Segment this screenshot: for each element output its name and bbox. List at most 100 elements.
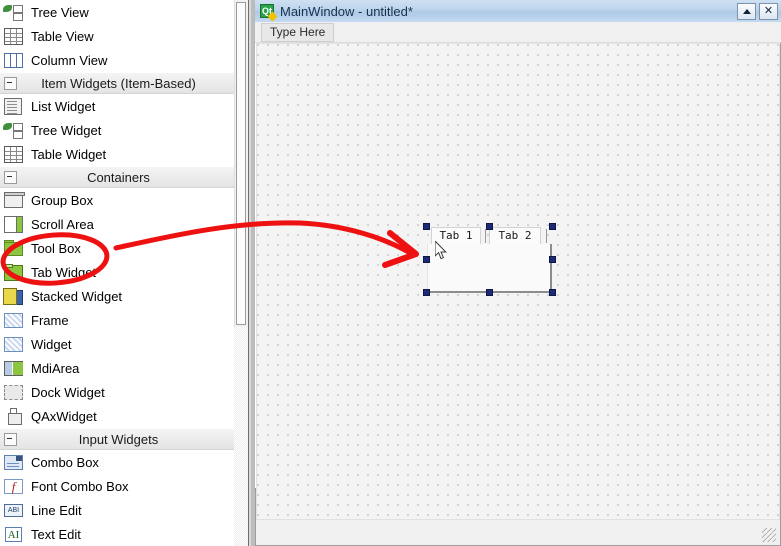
widget-box-item-line-edit[interactable]: ABI Line Edit: [0, 498, 234, 522]
close-button[interactable]: ✕: [759, 2, 778, 20]
tab-widget[interactable]: Tab 1 Tab 2: [423, 223, 556, 296]
widget-box-item-label: Frame: [31, 312, 69, 328]
resize-handle-top-right[interactable]: [549, 223, 556, 230]
list-widget-icon: [3, 97, 25, 116]
main-window-titlebar[interactable]: Qt MainWindow - untitled* ✕: [255, 0, 781, 23]
resize-handle-middle-left[interactable]: [423, 256, 430, 263]
widget-box-item-column-view[interactable]: Column View: [0, 48, 234, 72]
restore-button[interactable]: [737, 2, 756, 20]
widget-box-item-tree-view[interactable]: Tree View: [0, 0, 234, 24]
combo-box-icon: [3, 453, 25, 472]
tab-widget-icon: [3, 263, 25, 282]
collapse-icon[interactable]: [4, 76, 17, 90]
widget-box-item-label: Group Box: [31, 192, 94, 208]
mouse-cursor-icon: [435, 241, 447, 260]
line-edit-icon: ABI: [3, 501, 25, 520]
close-icon: ✕: [763, 4, 774, 17]
column-view-icon: [3, 51, 25, 70]
widget-box-item-label: QAxWidget: [31, 408, 97, 424]
resize-handle-middle-right[interactable]: [549, 256, 556, 263]
stacked-widget-icon: [3, 287, 25, 306]
widget-box-group-header[interactable]: Input Widgets: [0, 428, 234, 450]
designer-workspace[interactable]: Qt MainWindow - untitled* ✕ Type Here Ta…: [255, 0, 781, 546]
qax-widget-icon: [3, 407, 25, 426]
widget-box-item-label: List Widget: [31, 98, 96, 114]
menubar-type-here[interactable]: Type Here: [261, 22, 335, 42]
widget-box-item-table-view[interactable]: Table View: [0, 24, 234, 48]
font-combo-box-icon: f: [3, 477, 25, 496]
qt-logo-icon: Qt: [260, 4, 274, 18]
widget-box-item-tree-widget[interactable]: Tree Widget: [0, 118, 234, 142]
widget-box-item-label: Combo Box: [31, 454, 99, 470]
resize-handle-bottom-center[interactable]: [486, 289, 493, 296]
tree-view-icon: [3, 3, 25, 22]
widget-box-item-frame[interactable]: Frame: [0, 308, 234, 332]
widget-box-item-label: Scroll Area: [31, 216, 94, 232]
central-widget-canvas[interactable]: Tab 1 Tab 2: [256, 43, 780, 520]
widget-box-scrollbar-lower: [234, 327, 248, 546]
widget-box-item-mdiarea[interactable]: MdiArea: [0, 356, 234, 380]
tool-box-icon: [3, 239, 25, 258]
widget-box-item-qaxwidget[interactable]: QAxWidget: [0, 404, 234, 428]
mdi-area-icon: [3, 359, 25, 378]
group-label: Containers: [87, 169, 150, 185]
widget-box-item-label: Text Edit: [31, 526, 81, 542]
collapse-icon[interactable]: [4, 432, 17, 446]
widget-box-item-label: Tab Widget: [31, 264, 97, 280]
panel-splitter[interactable]: [248, 0, 255, 546]
table-widget-icon: [3, 145, 25, 164]
tab-2[interactable]: Tab 2: [489, 227, 541, 245]
widget-box-item-tool-box[interactable]: Tool Box: [0, 236, 234, 260]
scroll-area-icon: [3, 215, 25, 234]
dock-widget-icon: [3, 383, 25, 402]
main-window-form[interactable]: Qt MainWindow - untitled* ✕ Type Here Ta…: [255, 0, 781, 545]
widget-box-item-label: Table Widget: [31, 146, 107, 162]
triangle-up-icon: [742, 8, 751, 14]
resize-grip-icon[interactable]: [762, 528, 776, 542]
widget-box-item-label: Column View: [31, 52, 108, 68]
tab-separator-1: [485, 229, 486, 243]
widget-box-item-scroll-area[interactable]: Scroll Area: [0, 212, 234, 236]
group-box-icon: [3, 191, 25, 210]
table-view-icon: [3, 27, 25, 46]
widget-box-item-label: Tree View: [31, 4, 89, 20]
widget-box-item-label: Font Combo Box: [31, 478, 129, 494]
resize-handle-top-left[interactable]: [423, 223, 430, 230]
widget-box-item-label: Stacked Widget: [31, 288, 123, 304]
text-edit-icon: AI: [3, 525, 25, 544]
widget-box-item-label: Widget: [31, 336, 72, 352]
widget-box-item-label: Tool Box: [31, 240, 81, 256]
widget-box-item-text-edit[interactable]: AI Text Edit: [0, 522, 234, 546]
widget-box-item-label: Line Edit: [31, 502, 82, 518]
widget-box-item-list-widget[interactable]: List Widget: [0, 94, 234, 118]
resize-handle-bottom-right[interactable]: [549, 289, 556, 296]
resize-handle-top-center[interactable]: [486, 223, 493, 230]
widget-box-item-label: MdiArea: [31, 360, 80, 376]
widget-box-group-header[interactable]: Item Widgets (Item-Based): [0, 72, 234, 94]
widget-box-item-label: Dock Widget: [31, 384, 105, 400]
widget-box-item-tab-widget[interactable]: Tab Widget: [0, 260, 234, 284]
group-label: Input Widgets: [78, 431, 159, 447]
frame-icon: [3, 311, 25, 330]
tree-widget-icon: [3, 121, 25, 140]
tab-separator-2: [546, 229, 547, 243]
widget-box-item-table-widget[interactable]: Table Widget: [0, 142, 234, 166]
widget-box-item-stacked-widget[interactable]: Stacked Widget: [0, 284, 234, 308]
resize-handle-bottom-left[interactable]: [423, 289, 430, 296]
widget-box-item-label: Tree Widget: [31, 122, 102, 138]
widget-box-scrollbar-thumb[interactable]: [236, 2, 246, 325]
widget-box-item-widget[interactable]: Widget: [0, 332, 234, 356]
widget-box-group-header[interactable]: Containers: [0, 166, 234, 188]
collapse-icon[interactable]: [4, 170, 17, 184]
widget-icon: [3, 335, 25, 354]
widget-box-item-combo-box[interactable]: Combo Box: [0, 450, 234, 474]
main-window-title: MainWindow - untitled*: [280, 3, 413, 19]
widget-box-item-label: Table View: [31, 28, 94, 44]
group-label: Item Widgets (Item-Based): [41, 75, 196, 91]
main-window-menubar[interactable]: Type Here: [255, 22, 781, 43]
widget-box-item-dock-widget[interactable]: Dock Widget: [0, 380, 234, 404]
main-window-statusbar: [256, 519, 780, 545]
widget-box-panel[interactable]: Tree View Table View Column View Item Widge…: [0, 0, 234, 546]
widget-box-item-group-box[interactable]: Group Box: [0, 188, 234, 212]
widget-box-item-font-combo-box[interactable]: f Font Combo Box: [0, 474, 234, 498]
